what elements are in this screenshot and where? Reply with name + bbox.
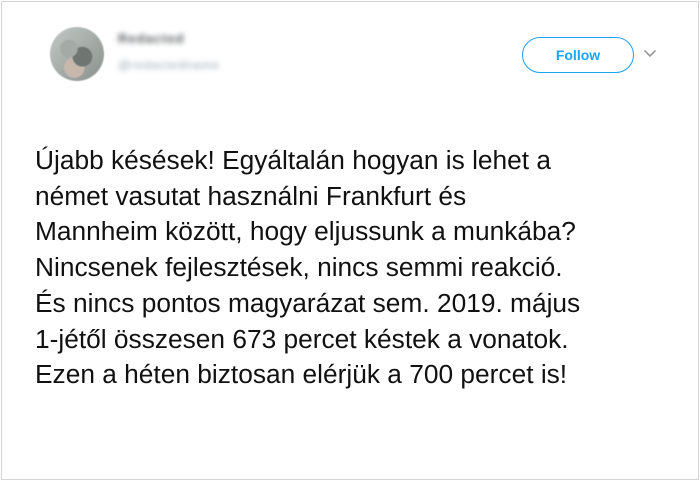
tweet-text-line: Újabb késések! Egyáltalán hogyan is lehe… xyxy=(35,145,552,175)
tweet-text-line: Ezen a héten biztosan elérjük a 700 perc… xyxy=(35,359,568,390)
tweet-text-line: 1-jétől összesen 673 percet késtek a von… xyxy=(35,323,569,354)
tweet-text-line: Mannheim között, hogy eljussunk a munkáb… xyxy=(35,216,576,247)
author-display-name[interactable]: Redacted xyxy=(118,31,212,47)
chevron-down-icon[interactable] xyxy=(644,49,656,59)
tweet-text-line: Nincsenek fejlesztések, nincs semmi reak… xyxy=(35,252,563,283)
author-avatar[interactable] xyxy=(50,27,104,81)
tweet-text-line: német vasutat használni Frankfurt és xyxy=(35,180,467,211)
follow-button[interactable]: Follow xyxy=(522,37,634,73)
author-handle[interactable]: @redactedname xyxy=(118,58,233,72)
tweet-text: Újabb késések! Egyáltalán hogyan is lehe… xyxy=(35,143,685,393)
tweet-text-line: És nincs pontos magyarázat sem. 2019. má… xyxy=(35,287,581,318)
tweet-card: Redacted @redactedname Follow Újabb késé… xyxy=(1,1,699,480)
